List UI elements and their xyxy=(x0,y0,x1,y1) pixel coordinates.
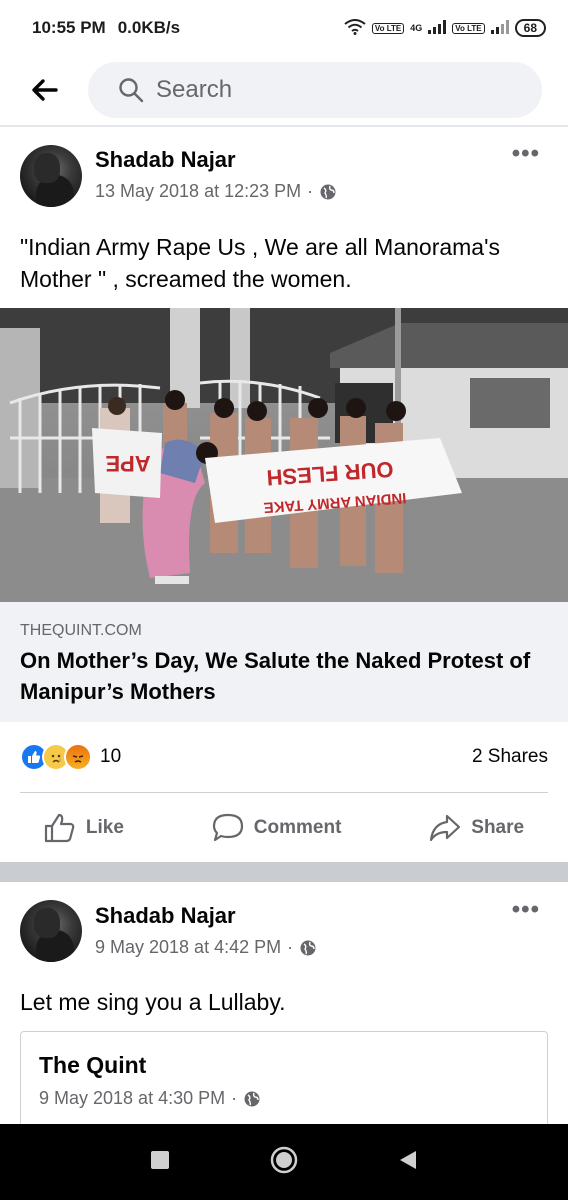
volte-badge: Vo LTE xyxy=(371,22,405,34)
shared-meta: 9 May 2018 at 4:30 PM · xyxy=(39,1088,261,1109)
share-icon xyxy=(430,814,461,842)
search-header: Search xyxy=(0,56,568,124)
link-source: THEQUINT.COM xyxy=(20,622,142,639)
header-divider xyxy=(0,125,568,127)
link-title: On Mother’s Day, We Salute the Naked Pro… xyxy=(20,648,531,704)
post-actions: Like Comment Share xyxy=(0,800,568,856)
system-navigation-bar xyxy=(0,1124,568,1200)
angry-reaction-icon xyxy=(64,743,92,771)
actions-divider xyxy=(20,792,548,793)
link-preview-image[interactable]: OUR FLESH INDIAN ARMY TAKE APE xyxy=(0,308,568,602)
share-label: Share xyxy=(471,817,525,838)
back-arrow-icon xyxy=(32,79,58,101)
back-button[interactable] xyxy=(0,56,88,124)
more-options-icon[interactable]: ••• xyxy=(512,896,540,924)
battery-indicator: 68 xyxy=(514,19,546,37)
post-text: "Indian Army Rape Us , We are all Manora… xyxy=(20,234,500,292)
back-nav-icon[interactable] xyxy=(398,1149,418,1176)
comment-label: Comment xyxy=(253,817,342,838)
post-meta: 13 May 2018 at 12:23 PM · xyxy=(95,181,337,202)
clock: 10:55 PM xyxy=(32,18,106,37)
shares-count[interactable]: 2 Shares xyxy=(472,746,548,768)
post-text-2: Let me sing you a Lullaby. xyxy=(20,989,286,1015)
recents-icon[interactable] xyxy=(150,1150,170,1175)
network-type: 4G xyxy=(410,23,423,33)
avatar[interactable] xyxy=(20,145,82,207)
post-timestamp-2[interactable]: 9 May 2018 at 4:42 PM xyxy=(95,937,281,958)
avatar-2[interactable] xyxy=(20,900,82,962)
globe-icon xyxy=(319,183,337,201)
banner-text-left: APE xyxy=(105,451,150,476)
post-author[interactable]: Shadab Najar xyxy=(95,147,236,173)
link-preview-info[interactable]: THEQUINT.COM On Mother’s Day, We Salute … xyxy=(0,602,568,722)
comment-button[interactable]: Comment xyxy=(212,813,342,843)
post-timestamp[interactable]: 13 May 2018 at 12:23 PM xyxy=(95,181,301,202)
signal-icon-2 xyxy=(490,19,509,37)
reactions-summary[interactable]: 10 xyxy=(20,742,121,772)
post-author-2[interactable]: Shadab Najar xyxy=(95,903,236,929)
home-icon[interactable] xyxy=(270,1146,298,1179)
like-icon xyxy=(44,813,75,843)
search-input[interactable]: Search xyxy=(88,62,542,118)
globe-icon xyxy=(299,939,317,957)
feed-separator xyxy=(0,862,568,882)
like-label: Like xyxy=(85,817,124,838)
signal-icon xyxy=(428,19,447,37)
like-button[interactable]: Like xyxy=(44,813,124,843)
comment-icon xyxy=(212,813,243,842)
network-speed: 0.0KB/s xyxy=(117,18,181,37)
share-button[interactable]: Share xyxy=(429,813,524,843)
status-bar: 10:55 PM 0.0KB/s Vo LTE 4G Vo LTE 68 xyxy=(0,0,568,56)
more-options-icon[interactable]: ••• xyxy=(512,140,540,168)
globe-icon xyxy=(243,1090,261,1108)
search-icon xyxy=(119,78,144,103)
reaction-count: 10 xyxy=(100,746,122,767)
shared-timestamp[interactable]: 9 May 2018 at 4:30 PM xyxy=(39,1088,225,1109)
post-meta-2: 9 May 2018 at 4:42 PM · xyxy=(95,937,317,958)
search-placeholder: Search xyxy=(156,76,233,103)
shared-author[interactable]: The Quint xyxy=(39,1052,146,1079)
volte-badge-2: Vo LTE xyxy=(452,22,485,34)
wifi-icon xyxy=(344,18,366,38)
